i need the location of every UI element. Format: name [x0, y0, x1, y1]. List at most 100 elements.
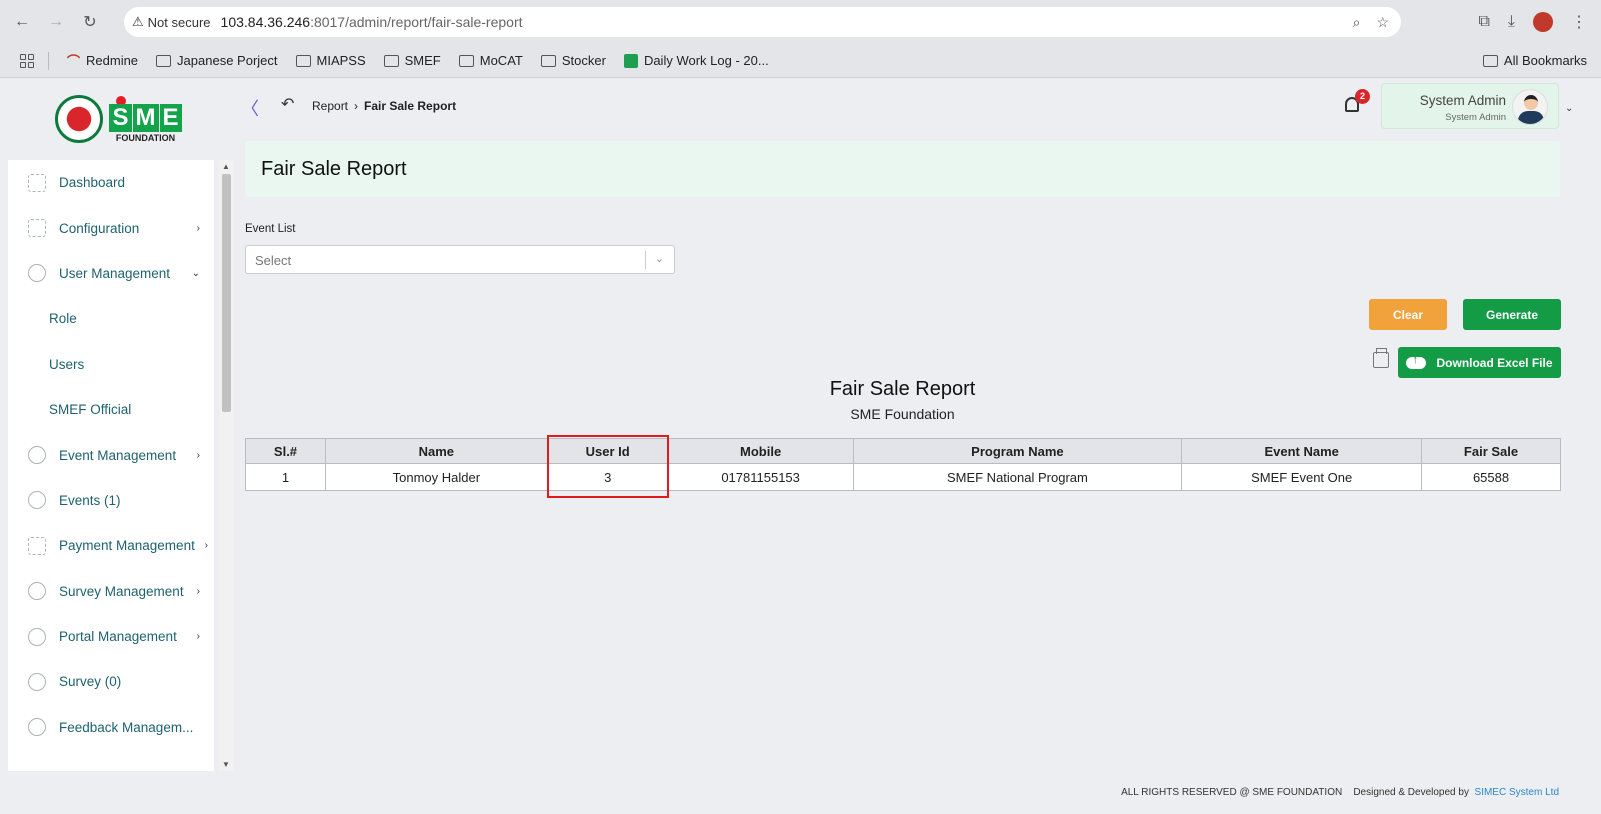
- notification-badge: 2: [1355, 89, 1370, 104]
- bookmark-japanese-porject[interactable]: Japanese Porject: [156, 53, 278, 68]
- folder-icon: [458, 54, 474, 67]
- address-bar[interactable]: ⚠ Not secure 103.84.36.246:8017/admin/re…: [124, 7, 1401, 37]
- report-table: Sl.# Name User Id Mobile Program Name Ev…: [245, 438, 1561, 491]
- portal-management-icon: [28, 627, 46, 646]
- print-icon[interactable]: [1373, 348, 1389, 368]
- sidebar-item-user-management[interactable]: User Management ⌄: [8, 251, 214, 296]
- cloud-upload-icon: [1406, 354, 1427, 369]
- column-header: Mobile: [667, 438, 854, 464]
- scroll-down-icon[interactable]: ▼: [222, 760, 230, 769]
- scrollbar-thumb[interactable]: [222, 174, 231, 412]
- report-title: Fair Sale Report: [829, 378, 976, 400]
- survey-management-icon: [28, 582, 46, 601]
- sidebar-item-portal-management[interactable]: Portal Management ›: [8, 614, 214, 659]
- menu-kebab-icon[interactable]: ⋮: [1571, 12, 1587, 32]
- reload-icon[interactable]: ↻: [78, 10, 102, 34]
- dashboard-icon: [28, 173, 46, 192]
- folder-icon: [295, 54, 311, 67]
- clear-button[interactable]: Clear: [1369, 299, 1447, 330]
- event-list-label: Event List: [245, 223, 296, 235]
- sidebar-item-event-management[interactable]: Event Management ›: [8, 432, 214, 477]
- folder-icon: [540, 54, 556, 67]
- sidebar-item-survey[interactable]: Survey (0): [8, 659, 214, 704]
- table-cell: 01781155153: [667, 463, 854, 491]
- undo-back-icon[interactable]: ↶: [281, 94, 294, 114]
- chevron-down-icon[interactable]: ⌄: [655, 252, 664, 265]
- sidebar-item-role[interactable]: Role: [8, 296, 214, 341]
- url-host: 103.84.36.246: [220, 14, 311, 30]
- breadcrumb-current: Fair Sale Report: [364, 99, 457, 113]
- sidebar-item-dashboard[interactable]: Dashboard: [8, 160, 214, 205]
- column-header: Name: [324, 438, 548, 464]
- sidebar-item-feedback-management[interactable]: Feedback Managem...: [8, 705, 214, 750]
- sidebar-item-events[interactable]: Events (1): [8, 478, 214, 523]
- chevron-right-icon: ›: [196, 449, 200, 461]
- app-header: 〈 ↶ Report › Fair Sale Report 2 System A…: [237, 79, 1601, 135]
- footer: ALL RIGHTS RESERVED @ SME FOUNDATION Des…: [237, 780, 1601, 814]
- scroll-up-icon[interactable]: ▲: [222, 162, 230, 171]
- table-cell: 1: [245, 463, 326, 491]
- table-cell: Tonmoy Halder: [324, 463, 548, 491]
- app-logo[interactable]: S M E FOUNDATION: [0, 79, 237, 159]
- star-icon[interactable]: ☆: [1376, 14, 1389, 31]
- url-path: :8017/admin/report/fair-sale-report: [310, 14, 523, 30]
- profile-avatar[interactable]: [1533, 12, 1553, 32]
- warning-icon: ⚠: [132, 14, 144, 29]
- user-role: System Admin: [1445, 112, 1506, 123]
- page-title-card: Fair Sale Report: [245, 141, 1560, 197]
- bookmark-daily-work-log[interactable]: Daily Work Log - 20...: [623, 53, 769, 68]
- zoom-icon[interactable]: ⌕: [1353, 14, 1361, 31]
- security-warning[interactable]: ⚠ Not secure: [124, 14, 221, 30]
- extensions-icon[interactable]: ⧉: [1478, 13, 1489, 31]
- sidebar-item-users[interactable]: Users: [8, 342, 214, 387]
- bookmark-mocat[interactable]: MoCAT: [458, 53, 523, 68]
- survey-icon: [28, 672, 46, 691]
- user-name: System Admin: [1419, 93, 1506, 108]
- feedback-icon: [28, 718, 46, 737]
- sidebar-item-smef-official[interactable]: SMEF Official: [8, 387, 214, 432]
- report-subtitle: SME Foundation: [850, 406, 955, 422]
- generate-button[interactable]: Generate: [1463, 299, 1561, 330]
- sidebar-item-payment-management[interactable]: Payment Management ›: [8, 523, 214, 568]
- bookmark-stocker[interactable]: Stocker: [540, 53, 606, 68]
- apps-grid-icon[interactable]: [20, 53, 34, 68]
- notification-bell[interactable]: 2: [1342, 89, 1370, 115]
- configuration-icon: [28, 219, 46, 238]
- bookmark-miapss[interactable]: MIAPSS: [295, 53, 366, 68]
- select-placeholder: Select: [255, 253, 292, 268]
- column-header: Fair Sale: [1421, 438, 1561, 464]
- table-cell: 65588: [1421, 463, 1561, 491]
- collapse-sidebar-icon[interactable]: 〈: [241, 95, 259, 121]
- download-excel-button[interactable]: Download Excel File: [1398, 347, 1561, 378]
- sidebar-item-configuration[interactable]: Configuration ›: [8, 205, 214, 250]
- download-icon[interactable]: ⤓: [1508, 13, 1515, 31]
- breadcrumb-separator-icon: ›: [354, 99, 359, 113]
- bookmarks-divider: [48, 51, 49, 70]
- user-menu[interactable]: System Admin System Admin: [1381, 83, 1559, 129]
- folder-icon: [383, 54, 399, 67]
- footer-company-link[interactable]: SIMEC System Ltd: [1475, 787, 1559, 798]
- bookmark-smef[interactable]: SMEF: [383, 53, 441, 68]
- table-row: 1 Tonmoy Halder 3 01781155153 SMEF Natio…: [245, 463, 1561, 491]
- table-header-row: Sl.# Name User Id Mobile Program Name Ev…: [245, 438, 1561, 464]
- sidebar-item-survey-management[interactable]: Survey Management ›: [8, 569, 214, 614]
- bookmark-redmine[interactable]: ⌒ Redmine: [67, 51, 138, 70]
- folder-icon: [1482, 54, 1498, 67]
- forward-arrow-icon[interactable]: →: [44, 10, 68, 34]
- avatar: [1512, 89, 1548, 125]
- sme-logo: S M E FOUNDATION: [109, 95, 182, 143]
- folder-icon: [156, 54, 172, 67]
- column-header: Sl.#: [245, 438, 326, 464]
- sidebar-scrollbar[interactable]: ▲ ▼: [219, 160, 234, 771]
- back-arrow-icon[interactable]: ←: [10, 10, 34, 34]
- table-cell: SMEF Event One: [1181, 463, 1423, 491]
- chevron-down-icon[interactable]: ⌄: [1565, 103, 1573, 114]
- table-cell: SMEF National Program: [852, 463, 1183, 491]
- page-title: Fair Sale Report: [261, 158, 407, 180]
- events-icon: [28, 491, 46, 510]
- chevron-right-icon: ›: [196, 222, 200, 234]
- government-seal-icon: [55, 95, 104, 143]
- breadcrumb-report[interactable]: Report: [312, 99, 348, 113]
- all-bookmarks[interactable]: All Bookmarks: [1482, 53, 1587, 68]
- event-list-select[interactable]: Select ⌄: [245, 245, 675, 274]
